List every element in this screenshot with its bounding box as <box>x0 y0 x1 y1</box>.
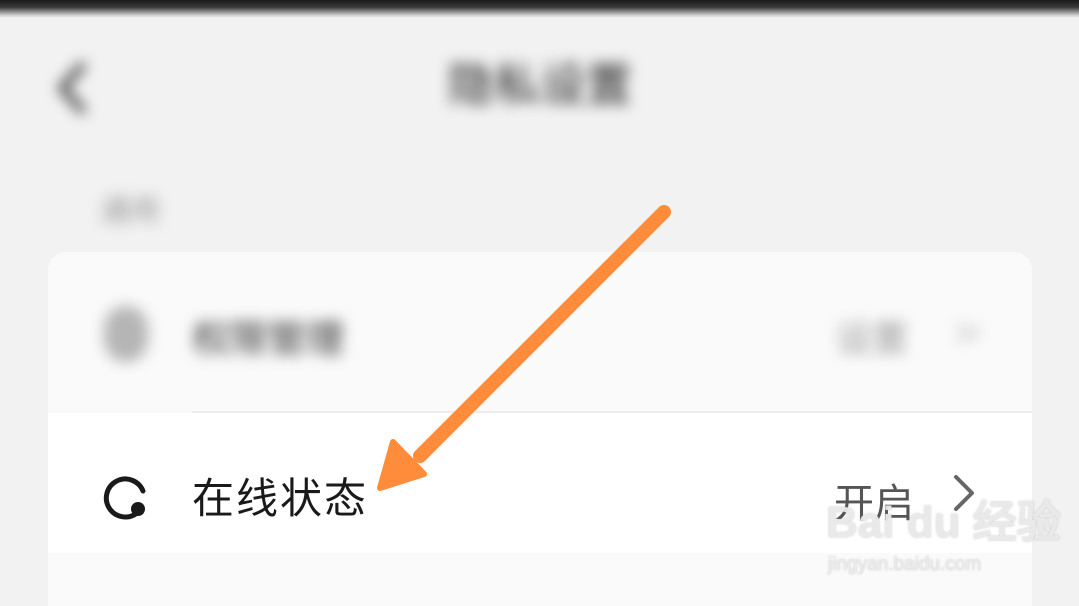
back-icon[interactable] <box>48 58 98 118</box>
online-status-icon <box>102 473 152 523</box>
status-bar-edge <box>0 0 1079 18</box>
watermark-logo: Bai du 经验 <box>826 498 1061 547</box>
row-label: 权限管理 <box>192 317 345 361</box>
privacy-settings-screen: 隐私设置 通用 权限管理 设置 > 在线状态 开启 Bai du 经验 jing… <box>0 0 1079 606</box>
section-title: 通用 <box>100 194 160 229</box>
shield-icon <box>104 306 148 362</box>
page-title: 隐私设置 <box>448 58 632 112</box>
baidu-watermark: Bai du 经验 jingyan.baidu.com <box>826 494 1061 584</box>
row-label: 在线状态 <box>192 474 369 523</box>
chevron-right-icon: > <box>953 312 984 353</box>
row-value: 设置 <box>836 319 909 360</box>
settings-row-permissions[interactable]: 权限管理 设置 > <box>48 270 1032 400</box>
watermark-url: jingyan.baidu.com <box>828 554 982 575</box>
